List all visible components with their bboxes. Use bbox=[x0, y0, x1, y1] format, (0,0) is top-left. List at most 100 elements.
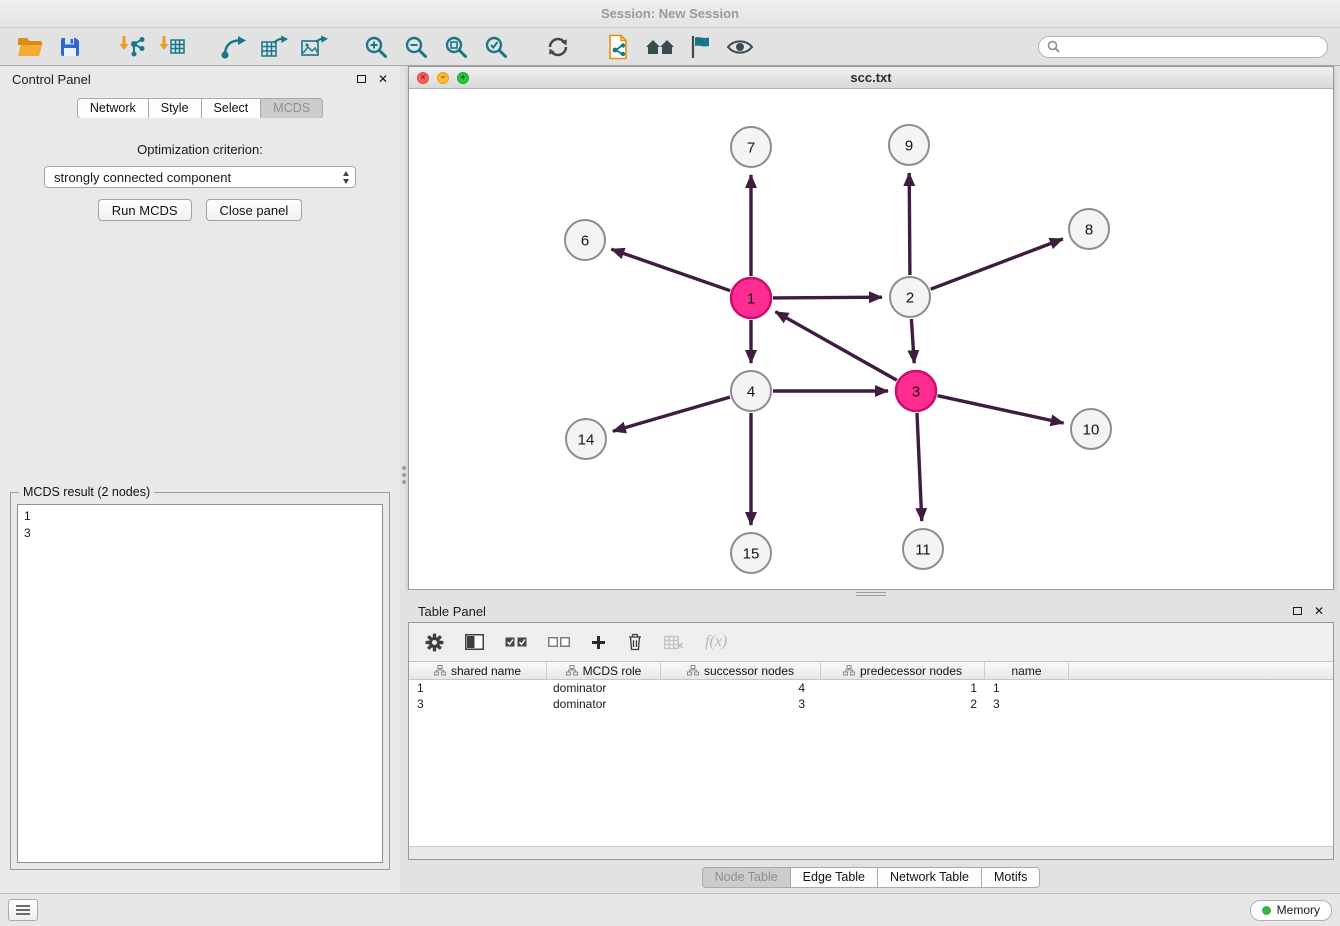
zoom-in-button[interactable] bbox=[358, 32, 394, 62]
close-panel-icon[interactable] bbox=[378, 70, 388, 88]
optimization-criterion-select[interactable]: strongly connected component bbox=[44, 166, 356, 188]
tab-mcds[interactable]: MCDS bbox=[261, 98, 323, 119]
open-session-button[interactable] bbox=[12, 32, 48, 62]
select-all-icon[interactable] bbox=[505, 637, 527, 647]
column-header-predecessor-nodes[interactable]: predecessor nodes bbox=[821, 662, 985, 679]
float-panel-icon[interactable] bbox=[1293, 607, 1302, 615]
graph-node[interactable]: 11 bbox=[903, 529, 943, 569]
graph-node[interactable]: 10 bbox=[1071, 409, 1111, 449]
minimize-traffic-light-icon[interactable] bbox=[437, 72, 449, 84]
table-hscrollbar[interactable] bbox=[409, 846, 1333, 859]
tab-motifs[interactable]: Motifs bbox=[982, 867, 1040, 888]
memory-status-dot-icon bbox=[1262, 906, 1271, 915]
refresh-view-button[interactable] bbox=[540, 32, 576, 62]
float-panel-icon[interactable] bbox=[357, 75, 366, 83]
graph-edge[interactable] bbox=[911, 319, 914, 363]
table-cell: 1 bbox=[409, 680, 547, 696]
network-graph: 7 9 6 8 1 2 4 3 14 10 15 11 bbox=[409, 89, 1333, 589]
save-session-button[interactable] bbox=[52, 32, 88, 62]
task-history-button[interactable] bbox=[8, 899, 38, 921]
memory-button[interactable]: Memory bbox=[1250, 900, 1332, 921]
graph-node[interactable]: 2 bbox=[890, 277, 930, 317]
table-cell: 3 bbox=[985, 696, 1069, 712]
tab-style[interactable]: Style bbox=[149, 98, 202, 119]
table-row[interactable]: 1dominator411 bbox=[409, 680, 1333, 696]
graph-node[interactable]: 9 bbox=[889, 125, 929, 165]
table-cell: dominator bbox=[547, 696, 661, 712]
tab-network-table[interactable]: Network Table bbox=[878, 867, 982, 888]
toolbar-group-session bbox=[12, 32, 88, 62]
clone-network-button[interactable] bbox=[602, 32, 638, 62]
table-tabs: Node Table Edge Table Network Table Moti… bbox=[408, 863, 1334, 891]
import-table-button[interactable] bbox=[154, 32, 190, 62]
graph-edge[interactable] bbox=[938, 396, 1064, 423]
graph-edge[interactable] bbox=[931, 239, 1063, 289]
column-header-mcds-role[interactable]: MCDS role bbox=[547, 662, 661, 679]
table-row[interactable]: 3dominator323 bbox=[409, 696, 1333, 712]
optimization-criterion-value: strongly connected component bbox=[54, 170, 231, 185]
graph-node[interactable]: 6 bbox=[565, 220, 605, 260]
import-network-button[interactable] bbox=[114, 32, 150, 62]
graph-edge[interactable] bbox=[773, 297, 882, 298]
zoom-traffic-light-icon[interactable] bbox=[457, 72, 469, 84]
tab-network[interactable]: Network bbox=[77, 98, 149, 119]
table-panel-header: Table Panel bbox=[408, 598, 1334, 624]
deselect-all-icon[interactable] bbox=[548, 637, 570, 647]
apply-style-button[interactable] bbox=[682, 32, 718, 62]
vertical-splitter[interactable] bbox=[400, 66, 408, 893]
column-header-filler bbox=[1069, 662, 1333, 679]
network-window-titlebar[interactable]: scc.txt bbox=[409, 67, 1333, 89]
column-header-successor-nodes[interactable]: successor nodes bbox=[661, 662, 821, 679]
first-neighbors-button[interactable] bbox=[642, 32, 678, 62]
delete-row-trash-icon[interactable] bbox=[627, 633, 643, 651]
import-table-icon bbox=[158, 35, 186, 59]
zoom-out-button[interactable] bbox=[398, 32, 434, 62]
column-type-icon bbox=[434, 665, 446, 676]
graph-node[interactable]: 1 bbox=[731, 278, 771, 318]
graph-edge[interactable] bbox=[909, 173, 910, 275]
show-graphics-details-button[interactable] bbox=[722, 32, 758, 62]
graph-edge[interactable] bbox=[917, 413, 922, 521]
graph-node[interactable]: 3 bbox=[896, 371, 936, 411]
graph-node[interactable]: 7 bbox=[731, 127, 771, 167]
eye-icon bbox=[726, 38, 754, 56]
search-box bbox=[1038, 36, 1328, 58]
graph-node[interactable]: 14 bbox=[566, 419, 606, 459]
graph-node[interactable]: 15 bbox=[731, 533, 771, 573]
column-header-shared-name[interactable]: shared name bbox=[409, 662, 547, 679]
first-neighbors-icon bbox=[645, 36, 675, 58]
function-builder-icon[interactable]: f(x) bbox=[705, 633, 727, 651]
close-traffic-light-icon[interactable] bbox=[417, 72, 429, 84]
column-type-icon bbox=[687, 665, 699, 676]
graph-node[interactable]: 8 bbox=[1069, 209, 1109, 249]
zoom-fit-button[interactable] bbox=[438, 32, 474, 62]
export-table-button[interactable] bbox=[256, 32, 292, 62]
mcds-result-list[interactable]: 1 3 bbox=[17, 504, 383, 863]
delete-table-icon[interactable] bbox=[664, 635, 684, 650]
export-network-button[interactable] bbox=[216, 32, 252, 62]
add-row-icon[interactable] bbox=[591, 635, 606, 650]
horizontal-splitter[interactable] bbox=[408, 590, 1334, 598]
run-mcds-button[interactable]: Run MCDS bbox=[98, 199, 192, 221]
column-header-name[interactable]: name bbox=[985, 662, 1069, 679]
table-settings-gear-icon[interactable] bbox=[425, 633, 444, 652]
show-columns-icon[interactable] bbox=[465, 634, 484, 650]
tab-node-table[interactable]: Node Table bbox=[702, 867, 791, 888]
close-panel-icon[interactable] bbox=[1314, 602, 1324, 620]
tab-select[interactable]: Select bbox=[202, 98, 262, 119]
graph-edge[interactable] bbox=[613, 397, 730, 431]
search-input[interactable] bbox=[1065, 40, 1319, 54]
zoom-out-icon bbox=[404, 35, 428, 59]
network-canvas[interactable]: 7 9 6 8 1 2 4 3 14 10 15 11 bbox=[409, 89, 1333, 589]
graph-edge[interactable] bbox=[611, 249, 730, 291]
svg-text:10: 10 bbox=[1083, 422, 1100, 439]
svg-text:2: 2 bbox=[906, 290, 914, 307]
graph-node[interactable]: 4 bbox=[731, 371, 771, 411]
tab-edge-table[interactable]: Edge Table bbox=[791, 867, 878, 888]
graph-edge[interactable] bbox=[775, 312, 896, 381]
table-panel-title: Table Panel bbox=[418, 604, 486, 619]
export-image-button[interactable] bbox=[296, 32, 332, 62]
table-cell: 1 bbox=[821, 680, 985, 696]
zoom-selected-button[interactable] bbox=[478, 32, 514, 62]
close-panel-button[interactable]: Close panel bbox=[206, 199, 303, 221]
